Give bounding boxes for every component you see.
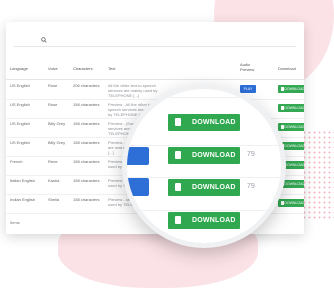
play-button-partial[interactable] — [127, 147, 149, 165]
header-language: Language — [10, 66, 28, 71]
download-button[interactable]: DOWNLOAD — [278, 199, 304, 207]
table-cell-voice: Billy Grey — [48, 140, 66, 145]
download-button-magnified[interactable]: DOWNLOAD — [168, 179, 240, 196]
table-cell-voice: Rose — [48, 83, 58, 88]
file-icon — [175, 216, 181, 224]
table-cell-language: US English — [10, 121, 30, 126]
download-button-magnified[interactable]: DOWNLOAD — [168, 147, 240, 164]
table-header: Language Voice Characters Text Audio Pre… — [6, 57, 304, 80]
table-cell-characters: 158 characters — [73, 178, 100, 183]
download-button[interactable]: DOWNLOAD — [278, 123, 304, 131]
table-cell-characters: 158 characters — [73, 140, 100, 145]
table-cell-characters: 158 characters — [73, 121, 100, 126]
search-bar[interactable] — [14, 37, 296, 47]
table-cell-text: All the other text-to-speech services ar… — [108, 83, 158, 98]
magnifier-lens: DOWNLOAD DOWNLOAD 79 DOWNLOAD 79 DOWNLOA… — [122, 84, 286, 248]
download-button[interactable]: DOWNLOAD — [278, 104, 304, 112]
table-footer-label: Items — [10, 220, 20, 225]
table-cell-voice: Sheila — [48, 197, 60, 202]
table-cell-characters: 158 characters — [73, 102, 100, 107]
header-audio-preview: Audio Preview — [240, 62, 255, 72]
table-cell-language: US English — [10, 83, 30, 88]
header-text: Text — [108, 66, 116, 71]
magnified-side-text: 79 — [247, 183, 255, 190]
table-cell-voice: Rene — [48, 159, 58, 164]
table-cell-voice: Billy Grey — [48, 121, 66, 126]
table-cell-language: Italian English — [10, 178, 35, 183]
download-button-magnified[interactable]: DOWNLOAD — [168, 212, 240, 229]
table-cell-characters: 158 characters — [73, 197, 100, 202]
header-voice: Voice — [48, 66, 58, 71]
table-cell-language: US English — [10, 102, 30, 107]
table-cell-characters: 158 characters — [73, 159, 100, 164]
header-download: Download — [278, 66, 296, 71]
table-cell-voice: Rose — [48, 102, 58, 107]
table-cell-characters: 206 characters — [73, 83, 100, 88]
table-cell-language: French — [10, 159, 23, 164]
file-icon — [175, 118, 181, 126]
table-cell-voice: Kasha — [48, 178, 60, 183]
file-icon — [175, 183, 181, 191]
file-icon — [175, 151, 181, 159]
play-button-partial[interactable] — [127, 178, 149, 196]
table-cell-language: US English — [10, 140, 30, 145]
play-button[interactable]: PLAY — [240, 85, 256, 93]
header-characters: Characters — [73, 66, 93, 71]
search-icon — [41, 37, 47, 43]
download-button-magnified[interactable]: DOWNLOAD — [168, 114, 240, 131]
download-button[interactable]: DOWNLOAD — [278, 85, 304, 93]
table-cell-language: Indian English — [10, 197, 36, 202]
magnified-side-text: 79 — [247, 151, 255, 158]
